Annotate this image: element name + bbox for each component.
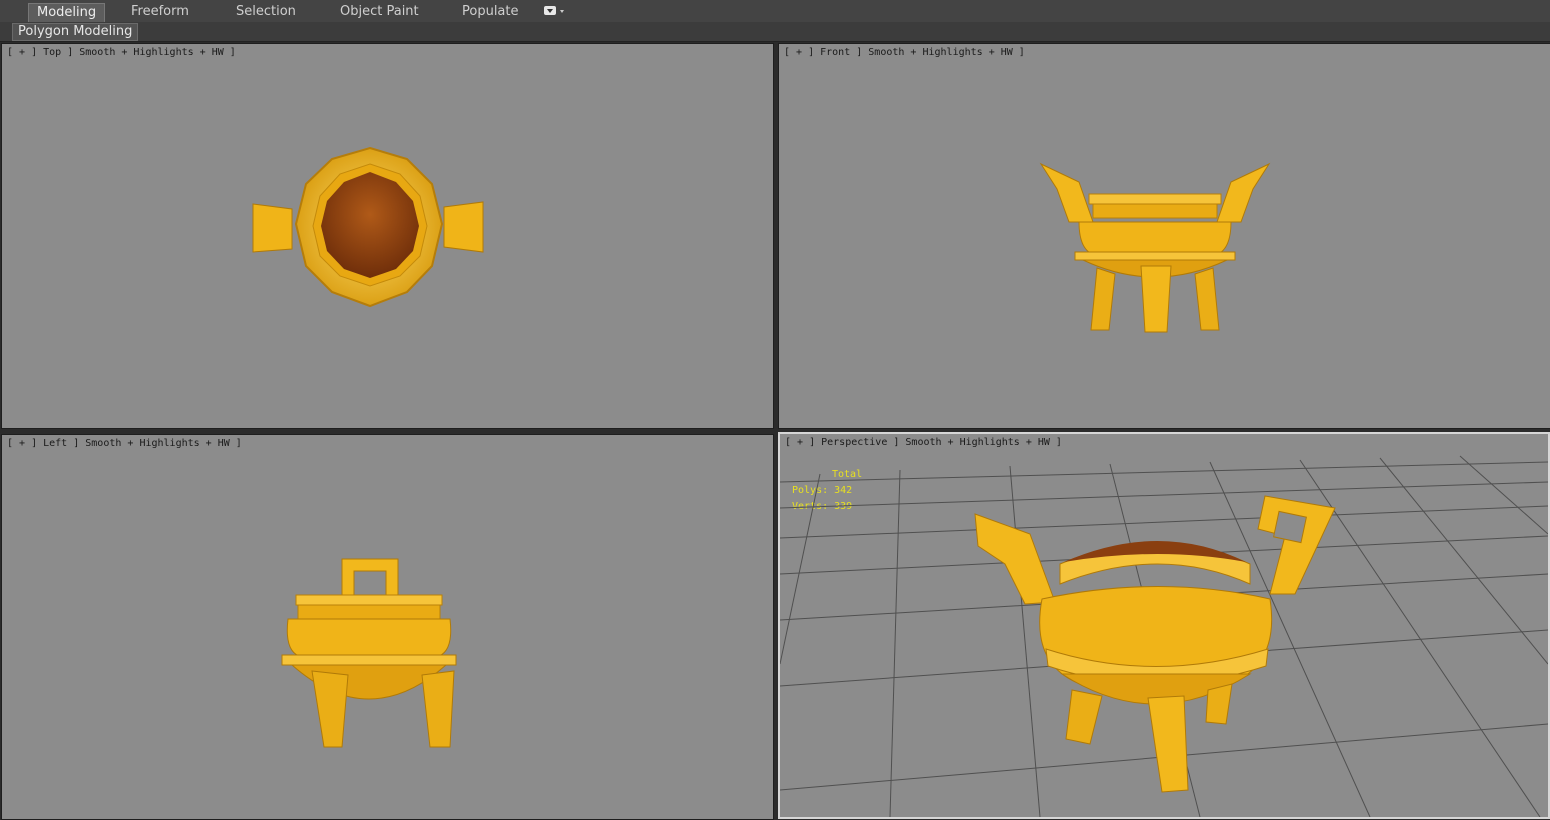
tab-modeling[interactable]: Modeling — [28, 3, 106, 22]
censer-front-view — [1039, 162, 1271, 333]
viewport-perspective[interactable]: [ + ] Perspective ] Smooth + Highlights … — [778, 432, 1550, 819]
polygon-modeling-button[interactable]: Polygon Modeling — [12, 23, 139, 41]
censer-top-view — [252, 146, 484, 308]
tab-selection[interactable]: Selection — [236, 3, 296, 21]
viewport-left[interactable]: [ + ] Left ] Smooth + Highlights + HW ] — [1, 434, 774, 820]
censer-left-view — [281, 558, 457, 748]
tab-freeform[interactable]: Freeform — [131, 3, 189, 21]
viewport-front[interactable]: [ + ] Front ] Smooth + Highlights + HW ] — [778, 43, 1550, 429]
tab-object-paint[interactable]: Object Paint — [340, 3, 419, 21]
ribbon-panel: Polygon Modeling — [0, 22, 1550, 42]
ribbon-tab-bar: Modeling Freeform Selection Object Paint… — [0, 0, 1550, 23]
ribbon-options-dropdown-icon[interactable] — [543, 5, 565, 17]
perspective-scene — [780, 455, 1548, 817]
viewport-top[interactable]: [ + ] Top ] Smooth + Highlights + HW ] — [1, 43, 774, 429]
tab-populate[interactable]: Populate — [462, 3, 519, 21]
